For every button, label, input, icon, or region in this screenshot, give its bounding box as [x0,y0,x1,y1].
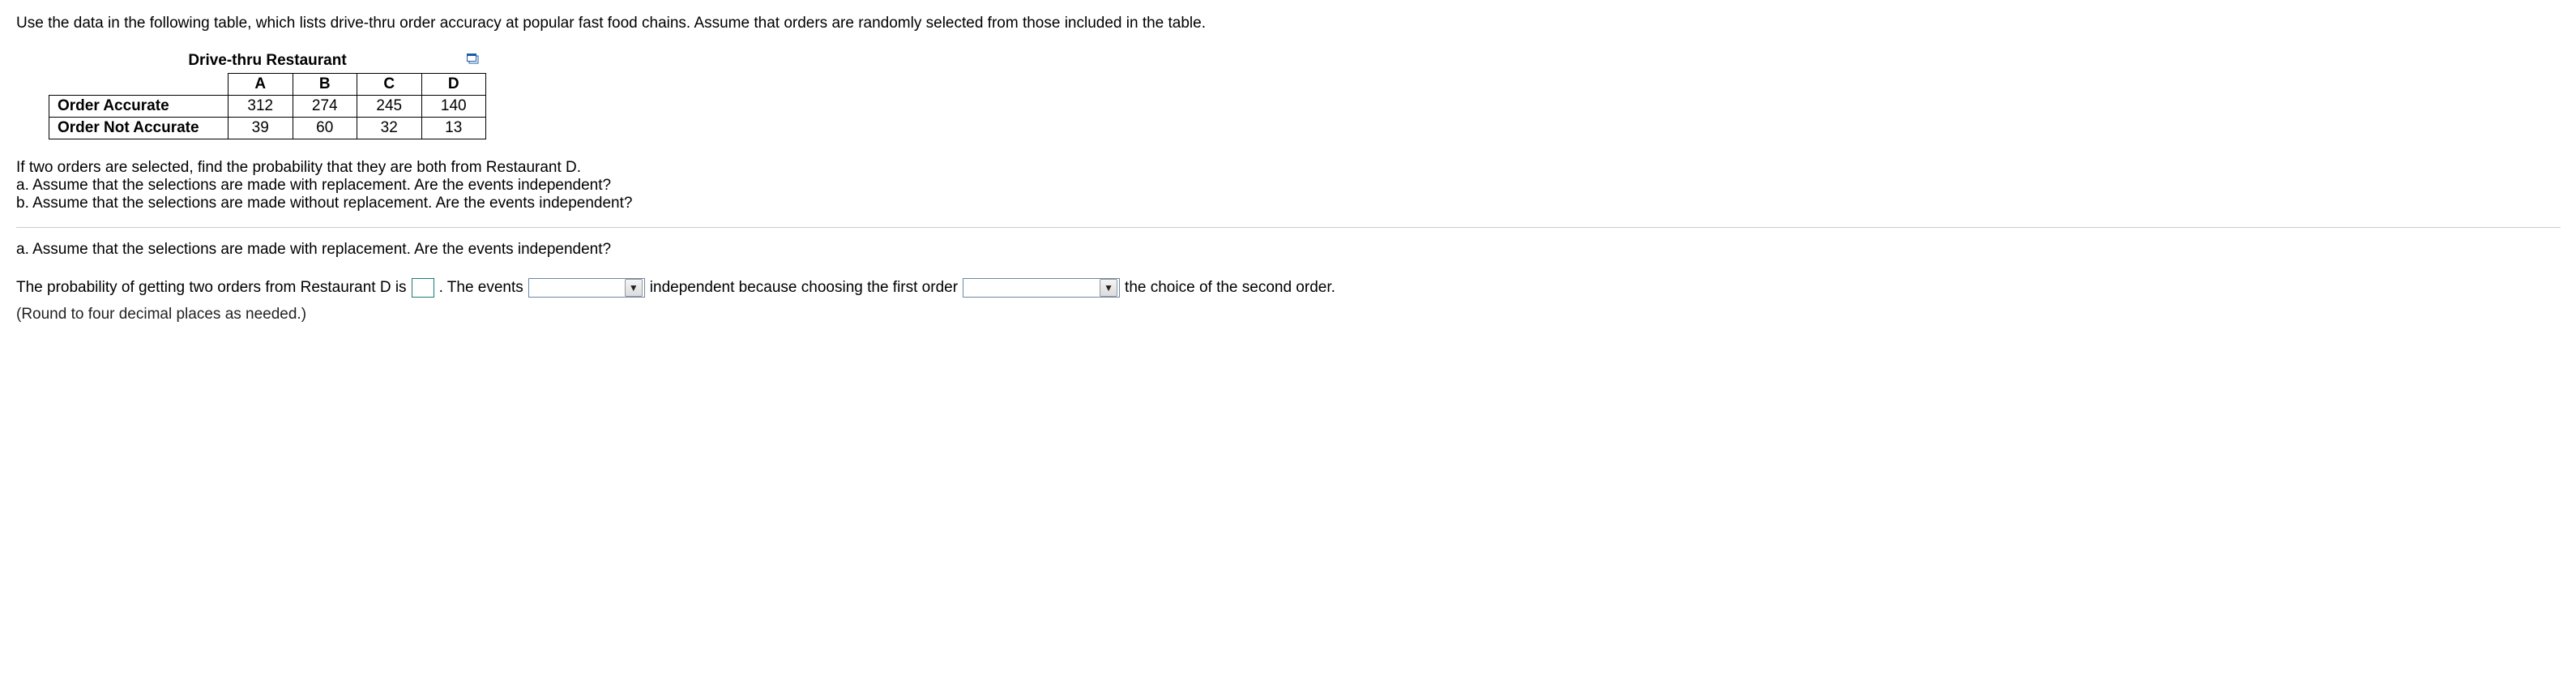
part-a-section: a. Assume that the selections are made w… [16,241,2561,324]
row-label-not-accurate: Order Not Accurate [49,118,229,139]
cell: 60 [293,118,357,139]
chevron-down-icon[interactable]: ▼ [625,279,643,297]
cell: 245 [357,96,422,118]
intro-text: Use the data in the following table, whi… [16,15,2561,32]
cell: 32 [357,118,422,139]
part-a-prompt: a. Assume that the selections are made w… [16,241,2561,259]
col-header-d: D [421,74,486,96]
table-title: Drive-thru Restaurant [188,52,346,70]
answer-text-2: . The events [439,279,523,297]
popup-window-icon[interactable] [467,54,480,65]
independence-dropdown[interactable]: ▼ [528,278,645,298]
data-table: A B C D Order Accurate 312 274 245 140 O… [49,73,486,139]
effect-dropdown[interactable]: ▼ [963,278,1120,298]
cell: 140 [421,96,486,118]
col-header-c: C [357,74,422,96]
chevron-down-icon[interactable]: ▼ [1100,279,1117,297]
col-header-b: B [293,74,357,96]
col-header-a: A [229,74,293,96]
cell: 39 [229,118,293,139]
question-part-b: b. Assume that the selections are made w… [16,195,2561,212]
question-stem: If two orders are selected, find the pro… [16,159,2561,177]
rounding-hint: (Round to four decimal places as needed.… [16,306,2561,324]
answer-text-3: independent because choosing the first o… [650,279,958,297]
table-row: Order Accurate 312 274 245 140 [49,96,486,118]
cell: 274 [293,96,357,118]
probability-input[interactable] [412,278,434,298]
question-part-a: a. Assume that the selections are made w… [16,177,2561,195]
divider [16,227,2561,228]
data-table-block: Drive-thru Restaurant A B C D Order Accu… [49,52,2561,139]
row-label-accurate: Order Accurate [49,96,229,118]
question-block: If two orders are selected, find the pro… [16,159,2561,212]
answer-text-1: The probability of getting two orders fr… [16,279,407,297]
cell: 13 [421,118,486,139]
table-row: Order Not Accurate 39 60 32 13 [49,118,486,139]
cell: 312 [229,96,293,118]
answer-text-4: the choice of the second order. [1125,279,1335,297]
answer-sentence: The probability of getting two orders fr… [16,278,2561,298]
